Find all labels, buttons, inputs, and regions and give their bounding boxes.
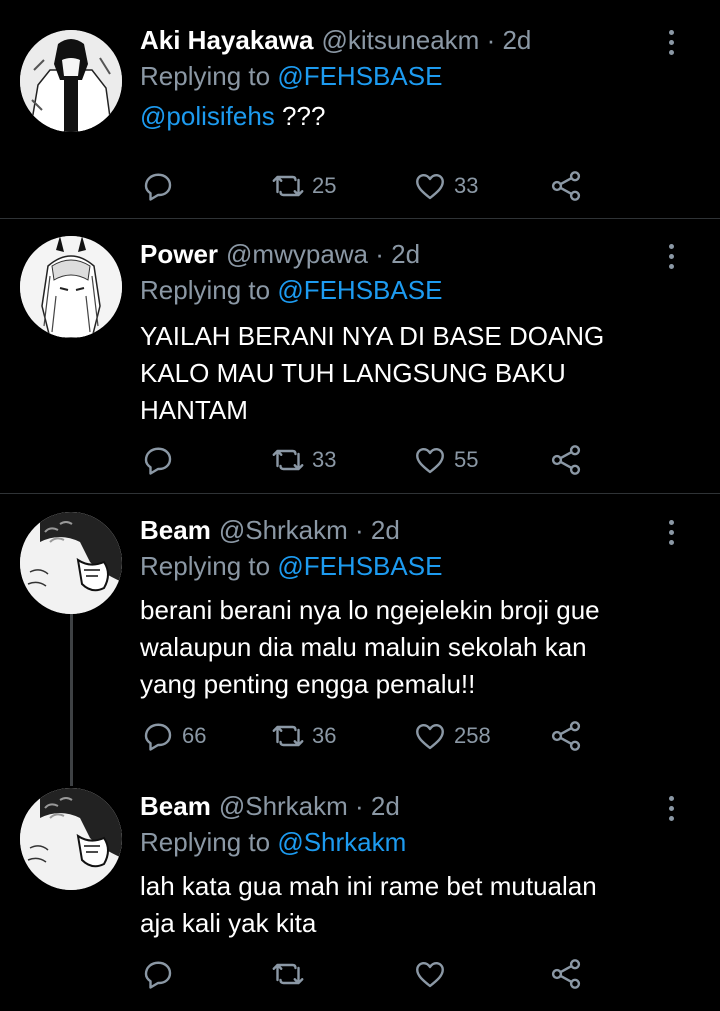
like-button[interactable] — [412, 954, 454, 994]
retweet-icon — [272, 449, 304, 471]
avatar-beam-image — [20, 788, 122, 890]
replying-prefix: Replying to — [140, 275, 278, 305]
tweet-body: ??? — [274, 101, 326, 131]
like-icon — [416, 962, 444, 988]
divider — [0, 218, 720, 219]
avatar-beam[interactable] — [20, 788, 122, 890]
replying-to: Replying to @FEHSBASE — [140, 58, 442, 94]
replying-to: Replying to @FEHSBASE — [140, 548, 442, 584]
like-button[interactable]: 258 — [412, 716, 491, 756]
tweet-3[interactable]: Beam @Shrkakm · 2d Replying to @FEHSBASE … — [0, 512, 720, 772]
avatar-aki-image — [20, 30, 122, 132]
user-handle[interactable]: @Shrkakm — [219, 515, 348, 545]
reply-icon — [144, 723, 172, 751]
share-icon — [551, 445, 581, 475]
timestamp[interactable]: 2d — [371, 791, 400, 821]
retweet-button[interactable]: 36 — [270, 716, 336, 756]
timestamp[interactable]: 2d — [502, 25, 531, 55]
share-button[interactable] — [548, 166, 590, 206]
retweet-count: 25 — [312, 173, 337, 198]
replying-prefix: Replying to — [140, 61, 278, 91]
more-icon[interactable] — [666, 242, 676, 272]
like-count: 258 — [454, 723, 491, 748]
reply-count: 66 — [182, 723, 207, 748]
display-name[interactable]: Power — [140, 239, 218, 269]
timestamp[interactable]: 2d — [391, 239, 420, 269]
reply-button[interactable] — [140, 440, 182, 480]
reply-icon — [144, 447, 172, 475]
avatar-beam[interactable] — [20, 512, 122, 614]
tweet-header: Beam @Shrkakm · 2d — [140, 512, 400, 548]
display-name[interactable]: Beam — [140, 515, 211, 545]
share-button[interactable] — [548, 716, 590, 756]
like-button[interactable]: 55 — [412, 440, 478, 480]
tweet-4[interactable]: Beam @Shrkakm · 2d Replying to @Shrkakm l… — [0, 788, 720, 1008]
avatar-beam-image — [20, 512, 122, 614]
avatar-power-image — [20, 236, 122, 338]
like-button[interactable]: 33 — [412, 166, 478, 206]
retweet-icon — [272, 175, 304, 197]
reply-button[interactable] — [140, 166, 182, 206]
replying-prefix: Replying to — [140, 551, 278, 581]
tweet-2[interactable]: Power @mwypawa · 2d Replying to @FEHSBASE… — [0, 236, 720, 490]
like-icon — [416, 174, 444, 200]
share-icon — [551, 721, 581, 751]
tweet-text: @polisifehs ??? — [140, 96, 680, 136]
tweet-header: Power @mwypawa · 2d — [140, 236, 420, 272]
retweet-icon — [272, 725, 304, 747]
tweet-body: YAILAH BERANI NYA DI BASE DOANG KALO MAU… — [140, 321, 605, 425]
tweet-1[interactable]: Aki Hayakawa @kitsuneakm · 2d Replying to… — [0, 22, 720, 218]
timestamp[interactable]: 2d — [371, 515, 400, 545]
tweet-header: Aki Hayakawa @kitsuneakm · 2d — [140, 22, 531, 58]
avatar-aki[interactable] — [20, 30, 122, 132]
replying-prefix: Replying to — [140, 827, 278, 857]
share-button[interactable] — [548, 440, 590, 480]
replying-to: Replying to @FEHSBASE — [140, 272, 442, 308]
separator: · — [479, 25, 503, 55]
like-icon — [416, 724, 444, 750]
reply-icon — [144, 173, 172, 201]
replying-to-mention[interactable]: @FEHSBASE — [277, 275, 442, 305]
separator: · — [347, 515, 371, 545]
share-icon — [551, 959, 581, 989]
separator: · — [368, 239, 392, 269]
divider — [0, 493, 720, 494]
retweet-button[interactable] — [270, 954, 312, 994]
display-name[interactable]: Aki Hayakawa — [140, 25, 313, 55]
user-handle[interactable]: @kitsuneakm — [321, 25, 479, 55]
like-icon — [416, 448, 444, 474]
retweet-button[interactable]: 25 — [270, 166, 336, 206]
tweet-body: berani berani nya lo ngejelekin broji gu… — [140, 595, 600, 699]
tweet-body: lah kata gua mah ini rame bet mutualan a… — [140, 871, 597, 938]
user-handle[interactable]: @mwypawa — [226, 239, 368, 269]
more-icon[interactable] — [666, 28, 676, 58]
replying-to-mention[interactable]: @Shrkakm — [277, 827, 406, 857]
retweet-count: 33 — [312, 447, 337, 472]
retweet-button[interactable]: 33 — [270, 440, 336, 480]
user-handle[interactable]: @Shrkakm — [219, 791, 348, 821]
share-button[interactable] — [548, 954, 590, 994]
tweet-header: Beam @Shrkakm · 2d — [140, 788, 400, 824]
reply-button[interactable] — [140, 954, 182, 994]
replying-to: Replying to @Shrkakm — [140, 824, 406, 860]
replying-to-mention[interactable]: @FEHSBASE — [277, 61, 442, 91]
share-icon — [551, 171, 581, 201]
avatar-power[interactable] — [20, 236, 122, 338]
like-count: 33 — [454, 173, 479, 198]
display-name[interactable]: Beam — [140, 791, 211, 821]
more-icon[interactable] — [666, 794, 676, 824]
reply-icon — [144, 961, 172, 989]
retweet-count: 36 — [312, 723, 337, 748]
like-count: 55 — [454, 447, 479, 472]
separator: · — [347, 791, 371, 821]
replying-to-mention[interactable]: @FEHSBASE — [277, 551, 442, 581]
more-icon[interactable] — [666, 518, 676, 548]
body-mention[interactable]: @polisifehs — [140, 101, 275, 131]
reply-button[interactable]: 66 — [140, 716, 206, 756]
retweet-icon — [272, 963, 304, 985]
